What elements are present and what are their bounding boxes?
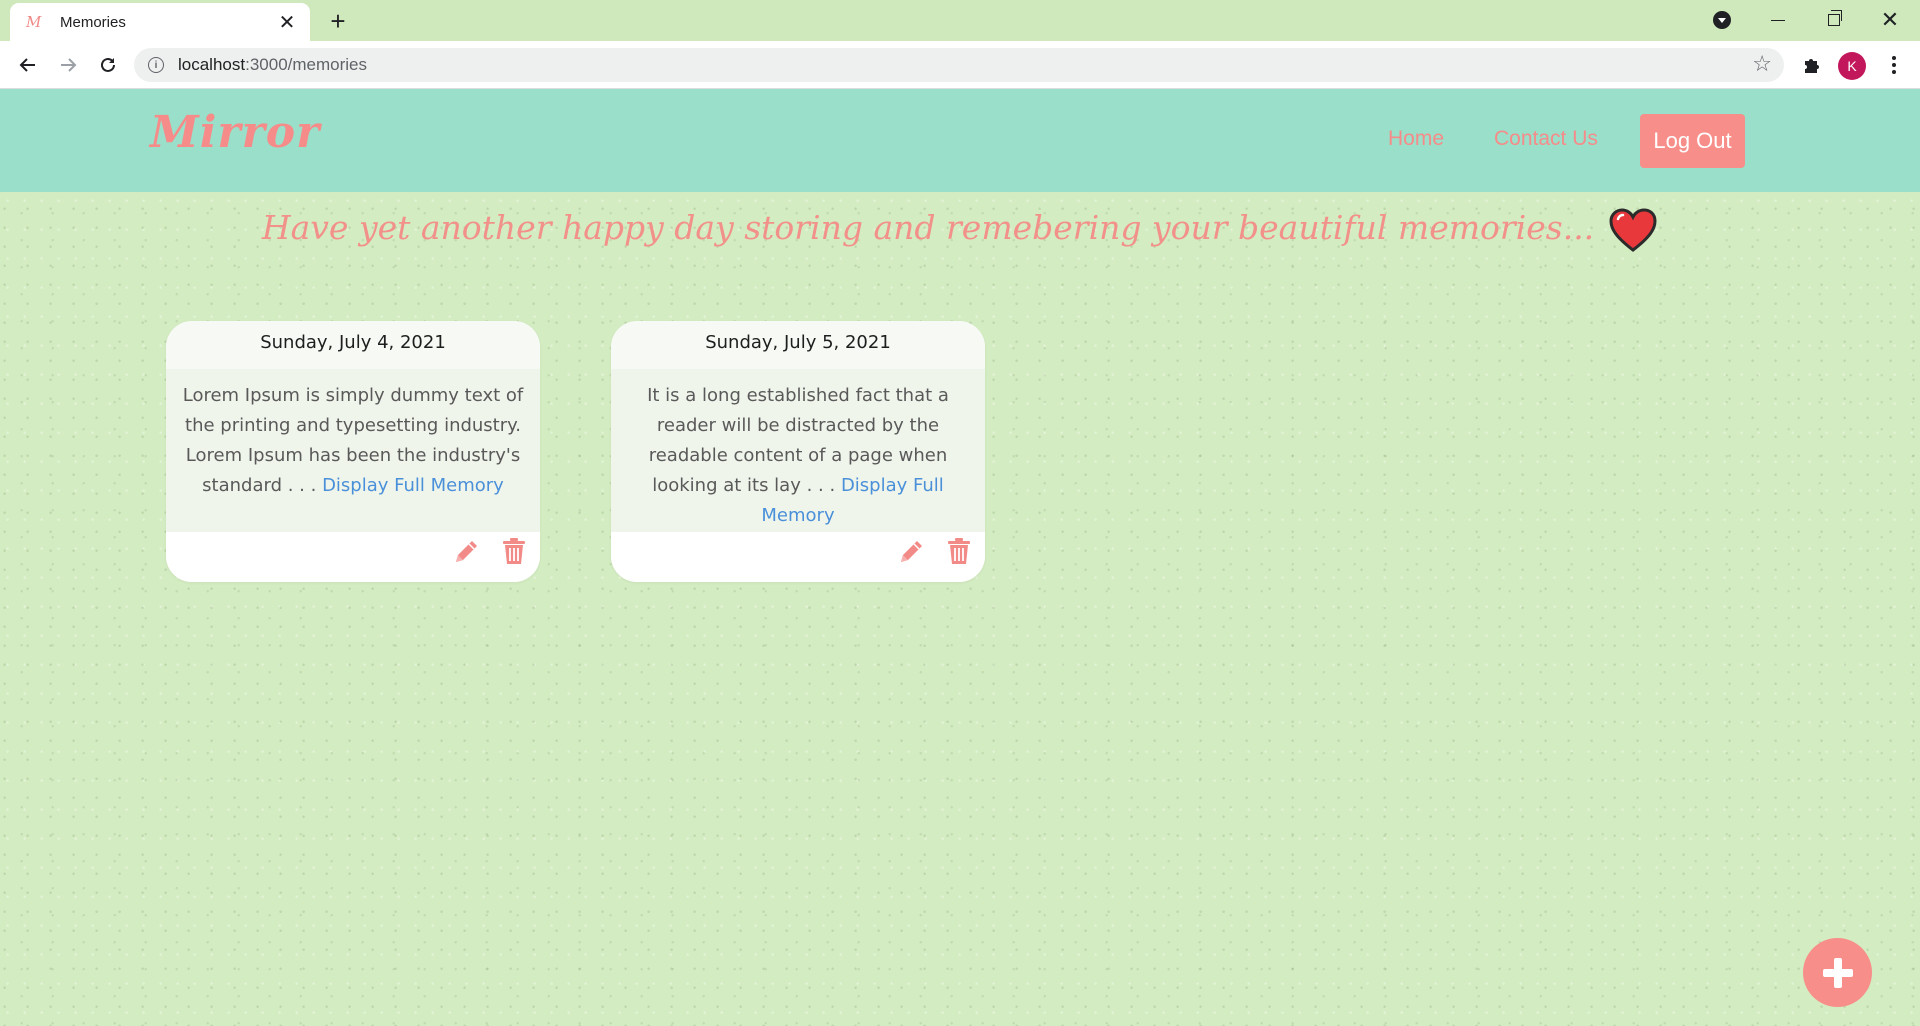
- tab-search-icon: [1713, 11, 1731, 29]
- memory-excerpt: Lorem Ipsum is simply dummy text of the …: [166, 369, 540, 532]
- url-text: localhost:3000/memories: [178, 55, 367, 74]
- memory-date: Sunday, July 4, 2021: [166, 321, 540, 369]
- memory-actions: [611, 532, 985, 582]
- tagline-text: Have yet another happy day storing and r…: [261, 208, 1595, 247]
- favicon-icon: M: [26, 13, 42, 31]
- memory-card: Sunday, July 5, 2021 It is a long establ…: [611, 321, 985, 582]
- puzzle-icon[interactable]: [1800, 53, 1824, 77]
- new-tab-button[interactable]: +: [322, 6, 354, 36]
- minimize-icon: [1771, 19, 1785, 21]
- browser-menu-icon[interactable]: [1882, 53, 1906, 77]
- memory-card: Sunday, July 4, 2021 Lorem Ipsum is simp…: [166, 321, 540, 582]
- memory-actions: [166, 532, 540, 582]
- heart-icon: [1609, 208, 1657, 252]
- tab-search-button[interactable]: [1694, 0, 1750, 40]
- memory-excerpt: It is a long established fact that a rea…: [611, 369, 985, 532]
- edit-icon[interactable]: [452, 536, 482, 566]
- reload-button[interactable]: [92, 49, 124, 81]
- display-full-memory-link[interactable]: Display Full Memory: [322, 475, 504, 496]
- site-logo[interactable]: Mirror: [150, 107, 320, 158]
- tab-close-icon[interactable]: ✕: [276, 12, 298, 32]
- site-header: Mirror Home Contact Us Log Out: [0, 89, 1920, 192]
- address-bar[interactable]: i localhost:3000/memories ☆: [134, 48, 1784, 82]
- back-icon: [19, 58, 35, 72]
- forward-button[interactable]: [52, 49, 84, 81]
- edit-icon[interactable]: [897, 536, 927, 566]
- delete-icon[interactable]: [500, 536, 528, 566]
- plus-icon: [1822, 957, 1853, 988]
- restore-icon: [1828, 10, 1842, 26]
- reload-icon: [101, 57, 115, 72]
- logout-button[interactable]: Log Out: [1640, 114, 1745, 168]
- star-icon[interactable]: ☆: [1752, 52, 1772, 77]
- restore-button[interactable]: [1806, 0, 1862, 40]
- back-button[interactable]: [12, 49, 44, 81]
- profile-avatar[interactable]: K: [1838, 52, 1866, 80]
- close-window-button[interactable]: ✕: [1862, 0, 1918, 40]
- nav-home-link[interactable]: Home: [1388, 127, 1444, 151]
- browser-tabstrip: M Memories ✕ + ✕: [0, 0, 1920, 41]
- memory-date: Sunday, July 5, 2021: [611, 321, 985, 369]
- info-icon[interactable]: i: [148, 57, 164, 73]
- browser-toolbar: i localhost:3000/memories ☆ K: [0, 41, 1920, 89]
- minimize-button[interactable]: [1750, 0, 1806, 40]
- page-viewport: Mirror Home Contact Us Log Out Have yet …: [0, 89, 1920, 1026]
- page-tagline: Have yet another happy day storing and r…: [0, 207, 1920, 253]
- delete-icon[interactable]: [945, 536, 973, 566]
- forward-icon: [61, 58, 77, 72]
- nav-contact-link[interactable]: Contact Us: [1494, 127, 1598, 151]
- browser-tab-memories[interactable]: M Memories ✕: [10, 3, 310, 41]
- add-memory-button[interactable]: [1803, 938, 1872, 1007]
- tab-title: Memories: [60, 13, 126, 31]
